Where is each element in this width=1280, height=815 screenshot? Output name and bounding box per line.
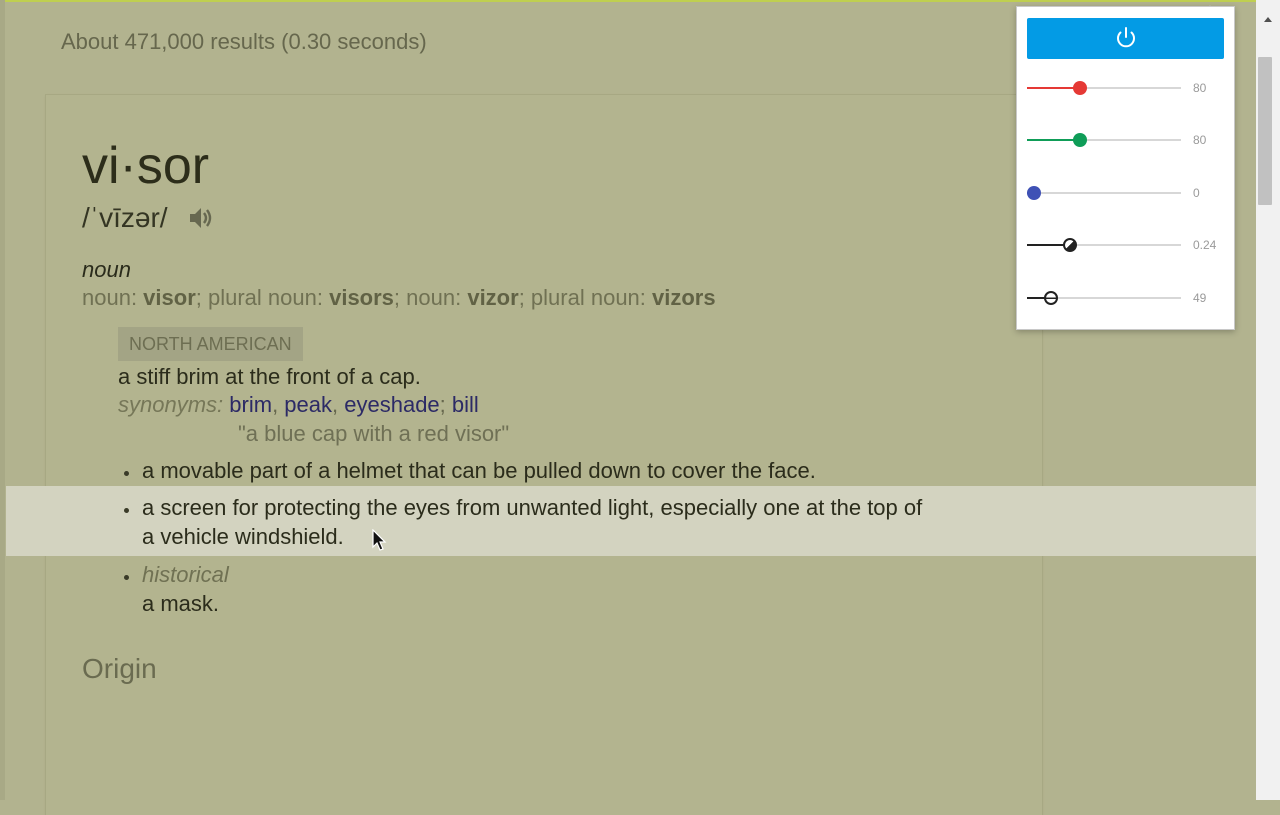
synonym-link[interactable]: brim (229, 392, 272, 417)
definition-3: a screen for protecting the eyes from un… (142, 493, 922, 551)
color-filter-popup: 80 80 0 0.24 49 (1016, 6, 1235, 330)
slider-thumb[interactable] (1073, 133, 1087, 147)
bullet-dot (124, 508, 129, 513)
synonym-link[interactable]: bill (452, 392, 479, 417)
region-label: NORTH AMERICAN (118, 327, 303, 361)
contrast-half-circle-icon[interactable] (1063, 238, 1077, 252)
form-prefix: plural noun: (530, 285, 653, 310)
synonym-link[interactable]: peak (284, 392, 332, 417)
definition-1: a stiff brim at the front of a cap. (118, 364, 421, 389)
bullet-dot (124, 471, 129, 476)
contrast-slider[interactable]: 0.24 (1027, 234, 1227, 258)
green-slider[interactable]: 80 (1027, 129, 1227, 153)
power-button[interactable] (1027, 18, 1224, 59)
results-stats: About 471,000 results (0.30 seconds) (61, 29, 427, 54)
definition-4-text: a mask. (142, 591, 220, 616)
slider-value: 80 (1193, 81, 1207, 95)
definition-3-line-1: a screen for protecting the eyes from un… (142, 495, 923, 520)
slider-thumb[interactable] (1027, 186, 1041, 200)
word-forms: noun: visor; plural noun: visors; noun: … (82, 285, 716, 311)
mouse-cursor-icon (372, 528, 388, 553)
usage-example: "a blue cap with a red visor" (238, 421, 510, 446)
form-prefix: noun: (406, 285, 468, 310)
form-word: visor (143, 285, 196, 310)
definition-4: historical a mask. (142, 560, 229, 618)
synonyms-label: synonyms: (118, 392, 224, 417)
slider-value: 80 (1193, 133, 1207, 147)
synonym-separator: , (332, 392, 345, 417)
slider-value: 0 (1193, 186, 1200, 200)
synonyms-line: synonyms: brim, peak, eyeshade; bill (118, 392, 479, 418)
form-prefix: plural noun: (208, 285, 330, 310)
synonym-separator: ; (439, 392, 452, 417)
left-edge (0, 0, 5, 800)
dictionary-card (46, 95, 1042, 815)
slider-track (1027, 192, 1181, 194)
part-of-speech: noun (82, 257, 131, 282)
slider-value: 49 (1193, 291, 1207, 305)
synonym-link[interactable]: eyeshade (344, 392, 439, 417)
blue-slider[interactable]: 0 (1027, 182, 1227, 206)
scroll-up-arrow-icon[interactable] (1263, 10, 1273, 22)
synonym-separator: , (272, 392, 285, 417)
slider-value: 0.24 (1193, 238, 1217, 252)
form-word: visors (329, 285, 394, 310)
form-separator: ; (195, 285, 208, 310)
brightness-slider[interactable]: 49 (1027, 287, 1227, 311)
brightness-half-circle-icon[interactable] (1044, 291, 1058, 305)
definition-3-line-2: a vehicle windshield. (142, 524, 344, 549)
power-icon (1112, 24, 1140, 52)
pronunciation: /ˈvīzər/ (82, 202, 168, 233)
definition-2: a movable part of a helmet that can be p… (142, 458, 816, 483)
red-slider[interactable]: 80 (1027, 77, 1227, 101)
headword: vi·sor (82, 137, 210, 195)
bullet-dot (124, 575, 129, 580)
form-separator: ; (393, 285, 407, 310)
form-separator: ; (518, 285, 531, 310)
slider-thumb[interactable] (1073, 81, 1087, 95)
top-accent-line (0, 0, 1280, 2)
form-prefix: noun: (82, 285, 144, 310)
historical-label: historical (142, 562, 229, 587)
form-word: vizor (467, 285, 519, 310)
form-word: vizors (652, 285, 716, 310)
scrollbar-thumb[interactable] (1258, 57, 1272, 205)
origin-heading[interactable]: Origin (82, 653, 157, 685)
speaker-icon[interactable] (187, 204, 215, 232)
